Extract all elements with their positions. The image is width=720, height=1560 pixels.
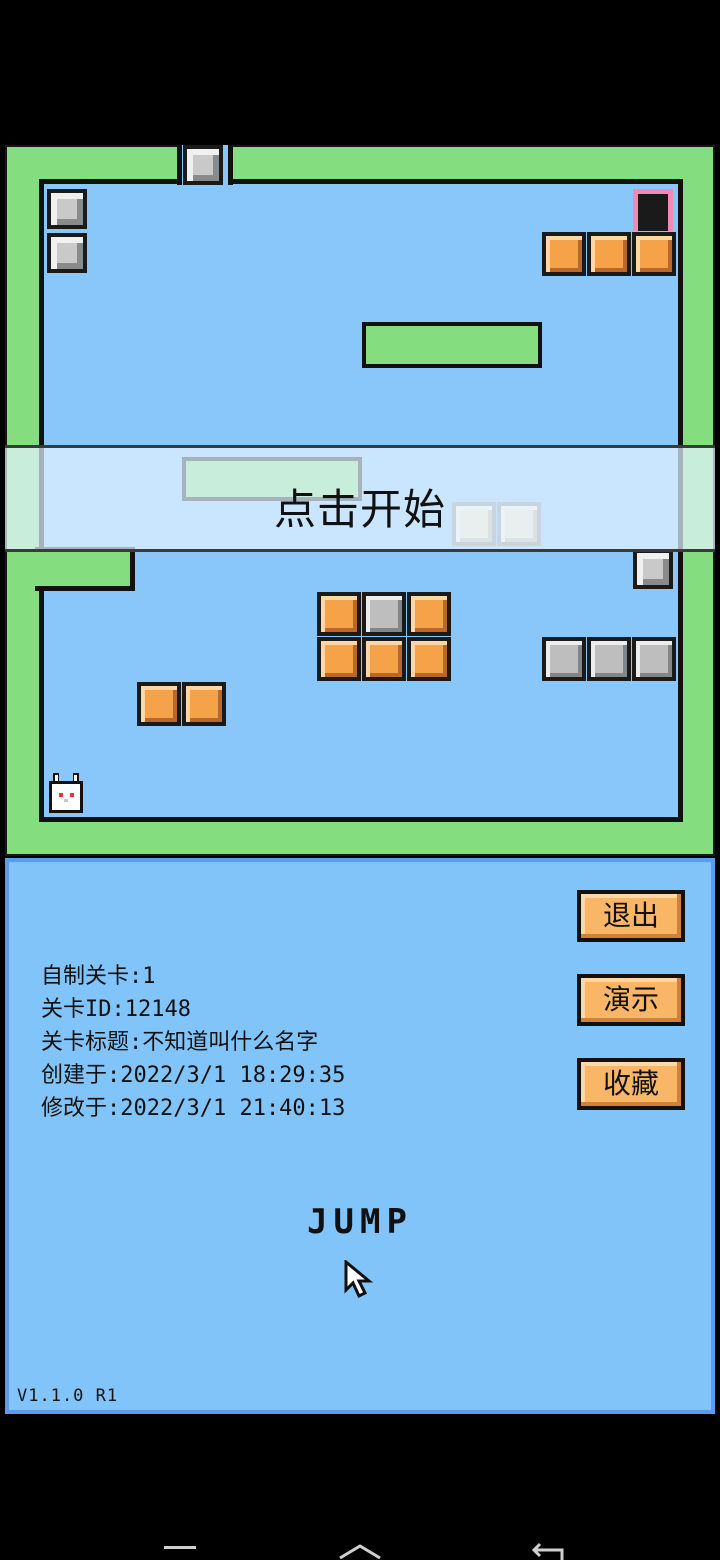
- custom-level-number: 自制关卡:1: [41, 964, 156, 989]
- block-orange: [407, 637, 451, 681]
- block-orange: [317, 637, 361, 681]
- level-id: 关卡ID:12148: [41, 997, 191, 1022]
- back-nav-icon[interactable]: [528, 1540, 568, 1560]
- game-screen: 点击开始 自制关卡:1 关卡ID:12148 关卡标题:不知道叫什么名字 创建于…: [0, 0, 720, 1560]
- modified-at: 修改于:2022/3/1 21:40:13: [41, 1096, 346, 1121]
- jump-logo: JUMP: [307, 1202, 413, 1242]
- block-gray: [587, 637, 631, 681]
- block-orange: [362, 637, 406, 681]
- favorite-button[interactable]: 收藏: [577, 1058, 685, 1110]
- version-label: V1.1.0 R1: [17, 1386, 119, 1406]
- green-platform: [362, 322, 542, 368]
- block-orange: [542, 232, 586, 276]
- left-wall-ledge: [35, 547, 135, 591]
- demo-button[interactable]: 演示: [577, 974, 685, 1026]
- block-orange: [182, 682, 226, 726]
- left-spike-1: [47, 189, 87, 229]
- home-nav-icon[interactable]: [336, 1540, 384, 1560]
- block-gray: [632, 637, 676, 681]
- created-at: 创建于:2022/3/1 18:29:35: [41, 1063, 346, 1088]
- pointer-cursor-icon: [344, 1260, 374, 1299]
- right-spike: [633, 549, 673, 589]
- block-orange: [407, 592, 451, 636]
- start-overlay[interactable]: 点击开始: [5, 445, 715, 552]
- left-spike-2: [47, 233, 87, 273]
- play-area-bottom: [39, 547, 683, 822]
- block-orange: [587, 232, 631, 276]
- block-gray: [362, 592, 406, 636]
- ceiling-spike: [183, 145, 223, 185]
- exit-button[interactable]: 退出: [577, 890, 685, 942]
- level-info-panel: 自制关卡:1 关卡ID:12148 关卡标题:不知道叫什么名字 创建于:2022…: [5, 858, 715, 1414]
- block-orange: [137, 682, 181, 726]
- block-orange: [632, 232, 676, 276]
- tap-to-start-label[interactable]: 点击开始: [5, 476, 715, 537]
- block-gray: [542, 637, 586, 681]
- menu-nav-icon[interactable]: [162, 1540, 198, 1560]
- exit-door-icon: [633, 189, 673, 231]
- block-orange: [317, 592, 361, 636]
- level-title: 关卡标题:不知道叫什么名字: [41, 1030, 319, 1055]
- bunny-player-icon: [49, 773, 83, 813]
